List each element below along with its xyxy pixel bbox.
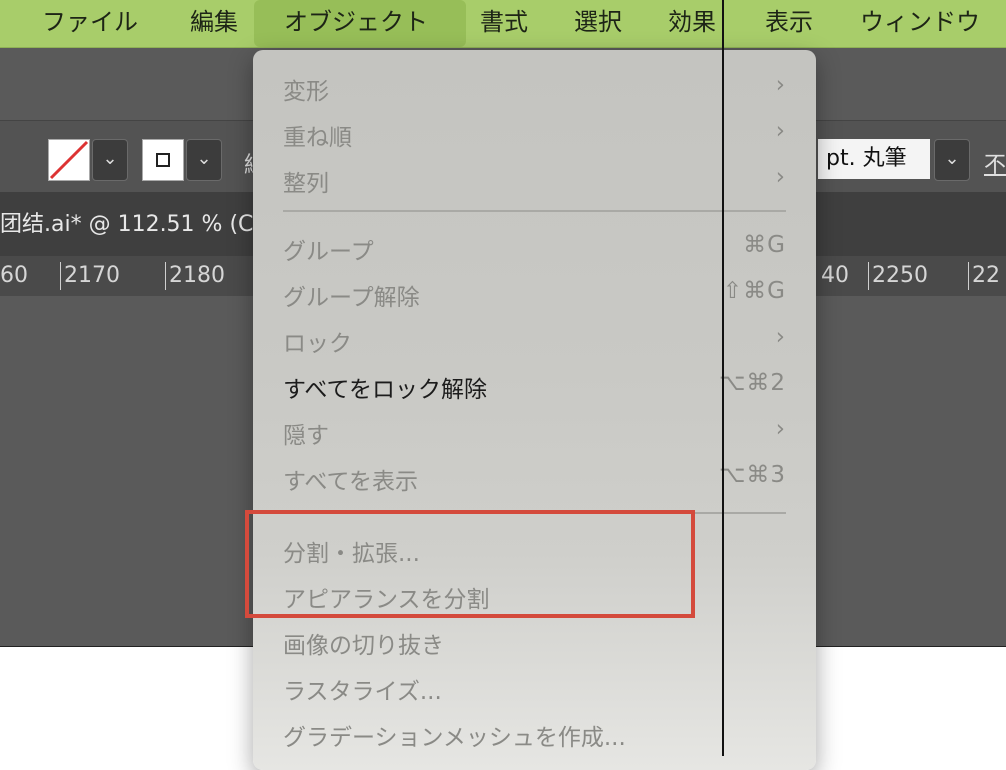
menu-bar: ファイル 編集 オブジェクト 書式 選択 効果 表示 ウィンドウ (0, 0, 1006, 48)
ruler-tick: 40 (821, 263, 849, 288)
object-menu: 変形 › 重ね順 › 整列 › グループ ⌘G グループ解除 ⇧⌘G ロック ›… (253, 50, 816, 770)
stroke-dropdown[interactable]: ⌄ (186, 139, 222, 181)
menu-item-label: 隠す (283, 423, 329, 449)
menu-item-ungroup[interactable]: グループ解除 ⇧⌘G (283, 278, 786, 318)
chevron-right-icon: › (775, 164, 786, 190)
menu-item-align[interactable]: 整列 › (283, 164, 786, 204)
brush-definition-field[interactable]: pt. 丸筆 (818, 139, 930, 179)
menu-item-label: グラデーションメッシュを作成... (283, 725, 626, 751)
menu-window[interactable]: ウィンドウ (860, 0, 980, 47)
menu-item-unlock-all[interactable]: すべてをロック解除 ⌥⌘2 (283, 370, 786, 410)
menu-item-hide[interactable]: 隠す › (283, 416, 786, 456)
menu-item-label: 整列 (283, 171, 329, 197)
menu-item-label: 重ね順 (283, 125, 352, 151)
opacity-label-partial: 不 (984, 153, 1006, 178)
chevron-right-icon: › (775, 72, 786, 98)
menu-item-label: 画像の切り抜き (283, 633, 444, 659)
menu-separator (283, 210, 786, 212)
menu-item-shortcut: ⇧⌘G (722, 278, 786, 304)
menu-item-label: 変形 (283, 79, 329, 105)
brush-dropdown[interactable]: ⌄ (934, 139, 970, 181)
document-tab[interactable]: 团结.ai* @ 112.51 % (CM (0, 206, 272, 238)
annotation-highlight-box (245, 510, 695, 618)
chevron-right-icon: › (775, 324, 786, 350)
menu-effect[interactable]: 効果 (668, 0, 716, 47)
stroke-swatch[interactable] (142, 139, 184, 181)
menu-item-gradient-mesh[interactable]: グラデーションメッシュを作成... (283, 718, 786, 758)
ruler-tick: 2170 (60, 262, 120, 290)
chevron-right-icon: › (775, 118, 786, 144)
menu-item-group[interactable]: グループ ⌘G (283, 232, 786, 272)
chevron-right-icon: › (775, 416, 786, 442)
menu-item-label: グループ解除 (283, 285, 420, 311)
menu-item-label: すべてをロック解除 (283, 377, 488, 403)
chevron-down-icon: ⌄ (196, 148, 212, 169)
menu-item-shortcut: ⌥⌘3 (718, 462, 786, 488)
menu-view[interactable]: 表示 (765, 0, 813, 47)
menu-item-arrange[interactable]: 重ね順 › (283, 118, 786, 158)
stroke-square-icon (156, 153, 170, 167)
menu-item-label: ロック (283, 331, 352, 357)
menu-item-rasterize[interactable]: ラスタライズ... (283, 672, 786, 712)
menu-item-label: グループ (283, 239, 374, 265)
menu-edit[interactable]: 編集 (190, 0, 238, 47)
menu-object[interactable]: オブジェクト (254, 0, 466, 47)
menu-item-label: すべてを表示 (283, 469, 419, 495)
fill-swatch[interactable] (48, 139, 90, 181)
menu-item-show-all[interactable]: すべてを表示 ⌥⌘3 (283, 462, 786, 502)
chevron-down-icon: ⌄ (944, 148, 960, 169)
chevron-down-icon: ⌄ (102, 148, 118, 169)
menu-item-shortcut: ⌥⌘2 (718, 370, 786, 396)
ruler-tick: 2250 (868, 262, 928, 290)
menu-item-transform[interactable]: 変形 › (283, 72, 786, 112)
fill-dropdown[interactable]: ⌄ (92, 139, 128, 181)
ruler-tick: 2180 (165, 262, 225, 290)
ruler-tick: 60 (0, 263, 28, 288)
ruler-tick: 22 (968, 262, 1000, 290)
menu-item-shortcut: ⌘G (743, 232, 786, 258)
none-color-icon (49, 140, 89, 180)
menu-item-label: ラスタライズ... (283, 679, 442, 705)
menu-type[interactable]: 書式 (480, 0, 528, 47)
menu-item-crop-image[interactable]: 画像の切り抜き (283, 626, 786, 666)
menu-select[interactable]: 選択 (574, 0, 622, 47)
menu-item-lock[interactable]: ロック › (283, 324, 786, 364)
annotation-vertical-line (722, 0, 724, 756)
menu-file[interactable]: ファイル (42, 0, 138, 47)
